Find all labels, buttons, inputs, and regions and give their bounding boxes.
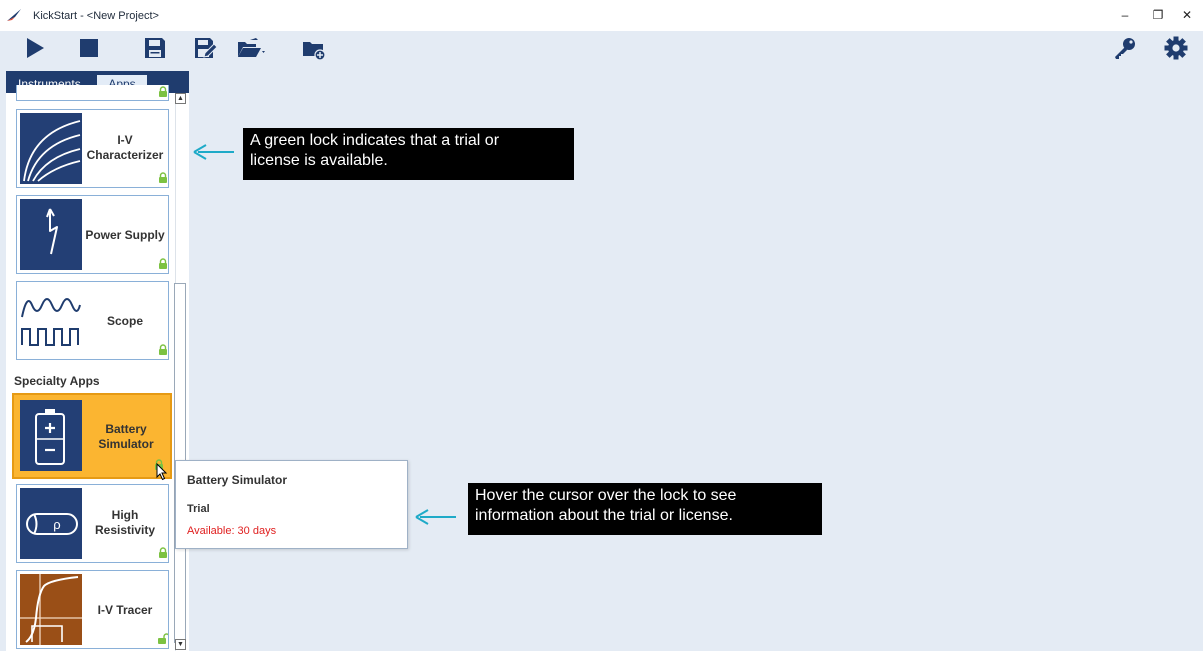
callout-arrow-icon: [415, 509, 456, 525]
play-icon[interactable]: [24, 36, 46, 60]
app-label: I-V Tracer: [97, 603, 153, 617]
tooltip-status: Trial: [187, 503, 210, 515]
save-as-icon[interactable]: [193, 36, 219, 60]
kickstart-window: KickStart - <New Project> – ❐ ✕ Instrume…: [0, 0, 1203, 651]
lock-icon[interactable]: [158, 172, 168, 183]
gear-icon[interactable]: [1163, 36, 1189, 60]
save-icon[interactable]: [143, 36, 167, 60]
stop-icon[interactable]: [78, 36, 100, 60]
app-card-power-supply[interactable]: Power Supply: [16, 195, 169, 274]
minimize-button[interactable]: –: [1115, 6, 1135, 24]
lock-icon[interactable]: [158, 258, 168, 269]
app-label: Power Supply: [85, 228, 165, 242]
panel-scrollbar[interactable]: ▲ ▼: [173, 93, 189, 651]
scroll-up-icon[interactable]: ▲: [175, 93, 186, 104]
app-label: High Resistivity: [94, 508, 156, 537]
app-card-partial[interactable]: [16, 85, 169, 101]
app-label: Battery Simulator: [98, 422, 154, 451]
open-folder-icon[interactable]: [236, 36, 266, 60]
svg-text:ρ: ρ: [53, 517, 60, 532]
app-panel: Instruments Apps I-V Characterizer Power…: [6, 71, 189, 651]
window-title: KickStart - <New Project>: [33, 10, 159, 22]
unlock-icon[interactable]: [158, 633, 168, 644]
license-tooltip: Battery Simulator Trial Available: 30 da…: [175, 460, 408, 549]
scope-icon: [20, 285, 82, 356]
tooltip-availability: Available: 30 days: [187, 525, 277, 537]
close-button[interactable]: ✕: [1177, 6, 1197, 24]
app-card-iv-tracer[interactable]: I-V Tracer: [16, 570, 169, 649]
title-bar: KickStart - <New Project> – ❐ ✕: [0, 0, 1203, 31]
battery-icon: [20, 400, 82, 471]
lock-icon[interactable]: [158, 86, 168, 97]
resistivity-icon: ρ: [20, 488, 82, 559]
lock-icon[interactable]: [158, 547, 168, 558]
kickstart-logo-icon: [7, 9, 21, 21]
restore-button[interactable]: ❐: [1148, 6, 1168, 24]
callout-hover-info: Hover the cursor over the lock to see in…: [468, 483, 822, 535]
callout-lock-info: A green lock indicates that a trial or l…: [243, 128, 574, 180]
scroll-down-icon[interactable]: ▼: [175, 639, 186, 650]
iv-tracer-icon: [20, 574, 82, 645]
app-card-scope[interactable]: Scope: [16, 281, 169, 360]
iv-curve-icon: [20, 113, 82, 184]
callout-arrow-icon: [193, 144, 234, 160]
lock-icon[interactable]: [158, 344, 168, 355]
app-card-battery-simulator[interactable]: Battery Simulator: [12, 393, 172, 479]
key-icon[interactable]: [1112, 36, 1138, 60]
app-card-high-resistivity[interactable]: ρ High Resistivity: [16, 484, 169, 563]
mouse-cursor-icon: [156, 463, 168, 481]
tooltip-title: Battery Simulator: [187, 473, 288, 487]
specialty-apps-heading: Specialty Apps: [14, 374, 100, 388]
power-supply-icon: [20, 199, 82, 270]
app-label: Scope: [106, 314, 143, 328]
new-folder-icon[interactable]: [301, 36, 327, 60]
app-label: I-V Characterizer: [86, 133, 164, 162]
app-card-iv-characterizer[interactable]: I-V Characterizer: [16, 109, 169, 188]
